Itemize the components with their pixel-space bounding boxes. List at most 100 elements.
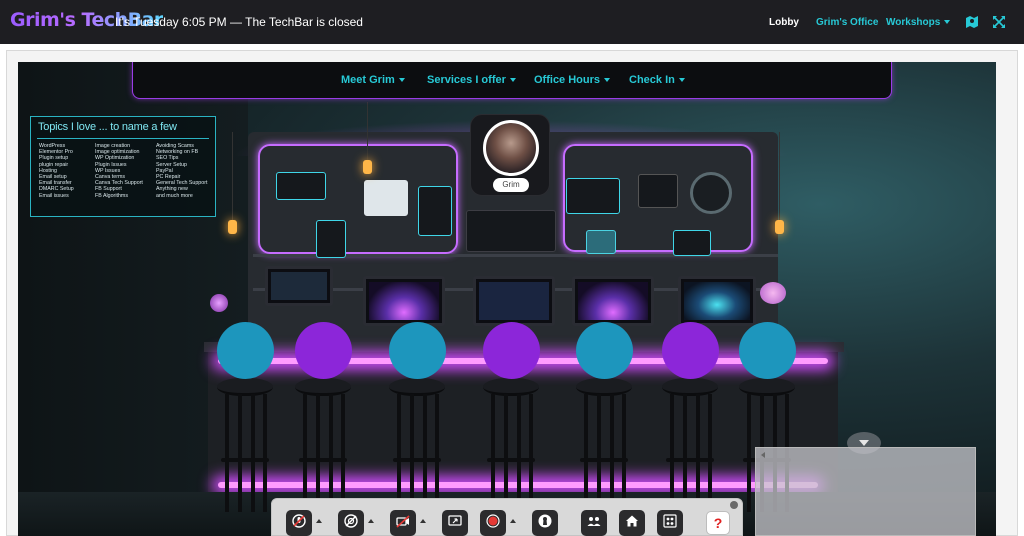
stool-leg	[584, 394, 588, 512]
topics-column-1: WordPress Elementor Pro Plugin setup plugin…	[39, 143, 74, 199]
pendant-light	[363, 160, 372, 174]
stool-leg	[303, 394, 307, 512]
participants-button[interactable]	[581, 510, 607, 536]
stool-leg	[610, 394, 614, 512]
stool-leg	[597, 394, 601, 512]
video-panel[interactable]	[755, 447, 976, 536]
stool-leg	[504, 394, 508, 512]
topics-column-3: Avoiding Scams Networking on FB SEO Tips Se…	[156, 143, 207, 199]
stool-leg	[329, 394, 333, 512]
help-button[interactable]: ?	[706, 511, 730, 535]
topics-title: Topics I love ... to name a few	[38, 121, 177, 133]
help-icon: ?	[713, 515, 723, 531]
nav-meet-grim-label: Meet Grim	[341, 74, 395, 86]
box-decor	[586, 230, 616, 254]
stool-ring	[487, 458, 535, 462]
nav-check-in[interactable]: Check In	[629, 74, 685, 86]
grid-people-icon	[662, 513, 678, 534]
chevron-left-icon[interactable]	[761, 452, 765, 458]
record-options-arrow[interactable]	[510, 519, 516, 523]
monitor	[473, 276, 555, 326]
chevron-down-icon	[944, 20, 951, 25]
office-nav: Meet Grim Services I offer Office Hours …	[132, 62, 892, 99]
seat-4[interactable]	[483, 322, 540, 379]
seat-3[interactable]	[389, 322, 446, 379]
nav-meet-grim[interactable]: Meet Grim	[341, 74, 405, 86]
camera-toggle-button[interactable]	[338, 510, 364, 536]
seat-5[interactable]	[576, 322, 633, 379]
light-cord	[779, 132, 780, 222]
group-view-button[interactable]	[657, 510, 683, 536]
seat-1[interactable]	[217, 322, 274, 379]
mic-options-arrow[interactable]	[316, 519, 322, 523]
stool-ring	[221, 458, 269, 462]
nav-services[interactable]: Services I offer	[427, 74, 516, 86]
video-toggle-button[interactable]	[390, 510, 416, 536]
record-button[interactable]	[480, 510, 506, 536]
stool-leg	[747, 394, 751, 512]
privacy-button[interactable]	[532, 510, 558, 536]
radio-decor	[673, 230, 711, 256]
nav-office-hours[interactable]: Office Hours	[534, 74, 611, 86]
map-icon[interactable]	[964, 14, 980, 30]
camera-off-icon	[343, 513, 359, 534]
monitor	[265, 266, 333, 306]
book-decor	[638, 174, 678, 208]
people-icon	[586, 513, 602, 534]
chevron-down-icon	[604, 78, 611, 83]
home-button[interactable]	[619, 510, 645, 536]
home-icon	[624, 513, 640, 534]
host-avatar-card[interactable]: Grim	[470, 114, 550, 196]
topics-divider	[37, 138, 209, 139]
chevron-down-icon	[859, 440, 869, 446]
chevron-down-icon	[678, 78, 685, 83]
flower-decor	[760, 282, 786, 304]
fullscreen-icon[interactable]	[991, 14, 1007, 30]
stool-leg	[263, 394, 267, 512]
topics-column-2: Image creation Image optimization WP Optim…	[95, 143, 143, 199]
topic-item: Email issues	[39, 192, 69, 199]
topic-item: DMARC Setup	[39, 186, 74, 193]
record-icon	[485, 513, 501, 534]
stool-ring	[299, 458, 347, 462]
light-cord	[367, 102, 368, 162]
meeting-toolbar: ?	[271, 498, 743, 536]
video-off-icon	[395, 513, 411, 534]
camera-options-arrow[interactable]	[368, 519, 374, 523]
stool-leg	[238, 394, 242, 512]
seat-2[interactable]	[295, 322, 352, 379]
nav-office-hours-label: Office Hours	[534, 74, 601, 86]
books-decor	[466, 210, 556, 252]
tablet-decor	[418, 186, 452, 236]
stool-leg	[435, 394, 439, 512]
monitor	[363, 276, 445, 326]
nav-services-label: Services I offer	[427, 74, 506, 86]
mic-toggle-button[interactable]	[286, 510, 312, 536]
flower-decor	[210, 294, 228, 312]
stool-ring	[393, 458, 441, 462]
monitor	[572, 276, 654, 326]
stool-leg	[517, 394, 521, 512]
close-icon[interactable]	[730, 501, 738, 509]
stool-leg	[423, 394, 427, 512]
nav-workshops-label: Workshops	[886, 17, 941, 28]
stool-leg	[622, 394, 626, 512]
topic-item: FB Algorithms	[95, 192, 128, 199]
stool-leg	[341, 394, 345, 512]
screen-share-button[interactable]	[442, 510, 468, 536]
seat-7[interactable]	[739, 322, 796, 379]
phone-decor	[316, 220, 346, 258]
nav-workshops[interactable]: Workshops	[886, 17, 951, 28]
panel-decor	[566, 178, 620, 214]
gauge-panel	[276, 172, 326, 200]
seat-6[interactable]	[662, 322, 719, 379]
monitor	[678, 276, 756, 326]
clock-icon	[690, 172, 732, 214]
nav-grims-office[interactable]: Grim's Office	[816, 17, 878, 28]
nav-lobby[interactable]: Lobby	[769, 17, 799, 28]
stool-leg	[491, 394, 495, 512]
video-options-arrow[interactable]	[420, 519, 426, 523]
screen-share-icon	[447, 513, 463, 534]
topic-item: and much more	[156, 192, 193, 199]
stool-ring	[580, 458, 628, 462]
